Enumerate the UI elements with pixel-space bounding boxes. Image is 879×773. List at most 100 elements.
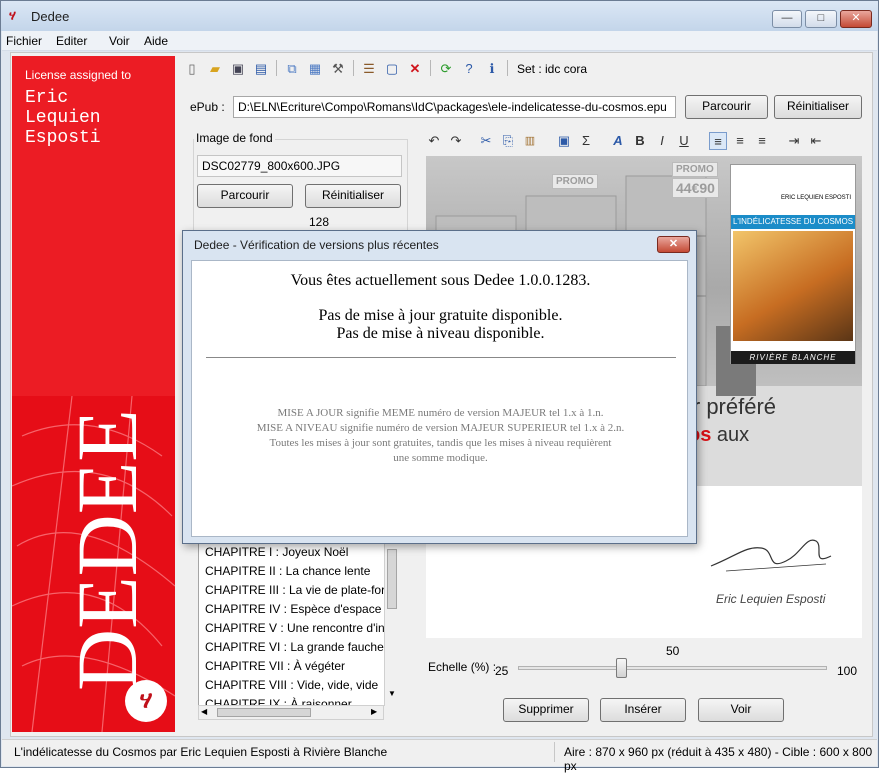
chapter-item[interactable]: CHAPITRE III : La vie de plate-form: [199, 581, 397, 600]
chapter-item[interactable]: CHAPITRE VI : La grande faucheus: [199, 638, 397, 657]
toolbar-separator: [353, 60, 354, 76]
epub-browse-button[interactable]: Parcourir: [685, 95, 768, 119]
background-opacity-value: 128: [309, 215, 330, 229]
open-icon[interactable]: ▰: [206, 60, 224, 78]
epub-label: ePub :: [190, 100, 225, 114]
format-toolbar: ↶ ↷ ✂ ⎘ ▥ ▣ Σ A B I U ≡ ≡ ≡ ⇥ ⇤: [425, 132, 865, 152]
info-icon[interactable]: ℹ: [483, 60, 501, 78]
scale-slider-thumb[interactable]: [615, 658, 627, 678]
background-image-title: Image de fond: [194, 131, 275, 145]
title-bar: ሃ Dedee — □ ✕: [1, 1, 878, 31]
chapter-item[interactable]: CHAPITRE VII : À végéter: [199, 657, 397, 676]
epub-path-field[interactable]: D:\ELN\Ecriture\Compo\Romans\IdC\package…: [233, 96, 676, 118]
scale-value: 50: [666, 644, 680, 658]
dialog-note-line: une somme modique.: [393, 452, 488, 464]
menu-voir[interactable]: Voir: [109, 34, 130, 48]
scroll-down-icon[interactable]: ▼: [388, 689, 396, 698]
refresh-icon[interactable]: ⟳: [437, 60, 455, 78]
license-label: License assigned to: [25, 68, 132, 82]
chapter-list-vertical-scrollbar[interactable]: ▼: [384, 541, 399, 706]
scroll-thumb[interactable]: [387, 549, 397, 609]
status-divider: [554, 742, 555, 762]
help-icon[interactable]: ?: [460, 60, 478, 78]
background-reset-button[interactable]: Réinitialiser: [305, 184, 401, 208]
dialog-title: Dedee - Vérification de versions plus ré…: [194, 238, 439, 252]
font-icon[interactable]: A: [609, 132, 627, 150]
export-icon[interactable]: ▦: [306, 60, 324, 78]
chapter-list[interactable]: CHAPITRE I : Joyeux Noël CHAPITRE II : L…: [198, 541, 398, 706]
save-all-icon[interactable]: ▤: [252, 60, 270, 78]
menu-bar: Fichier Editer Voir Aide: [2, 31, 877, 51]
toolbar-separator: [430, 60, 431, 76]
align-left-icon[interactable]: ≡: [709, 132, 727, 150]
menu-fichier[interactable]: Fichier: [6, 34, 42, 48]
status-bar: L'indélicatesse du Cosmos par Eric Lequi…: [2, 739, 877, 773]
dedee-brand-text: DEDEE: [59, 409, 155, 691]
signature-name: Eric Lequien Esposti: [716, 592, 826, 606]
align-center-icon[interactable]: ≡: [731, 132, 749, 150]
chapter-list-horizontal-scrollbar[interactable]: ◀ ▶: [198, 705, 384, 720]
dialog-divider: [206, 357, 676, 358]
scale-min: 25: [495, 664, 509, 678]
chapter-item[interactable]: CHAPITRE I : Joyeux Noël: [199, 543, 397, 562]
italic-icon[interactable]: I: [653, 132, 671, 150]
view-button[interactable]: Voir: [698, 698, 784, 722]
license-name-line: Lequien: [25, 108, 101, 128]
delete-icon[interactable]: ✕: [406, 60, 424, 78]
paste-icon[interactable]: ▥: [521, 132, 539, 150]
cover-artwork: [733, 231, 853, 341]
scroll-right-icon[interactable]: ▶: [371, 707, 377, 716]
license-name-line: Esposti: [25, 128, 101, 148]
preview-text-line: os aux: [688, 424, 749, 447]
chapter-item[interactable]: CHAPITRE IV : Espèce d'espace: [199, 600, 397, 619]
tools-icon[interactable]: ⚒: [329, 60, 347, 78]
menu-editer[interactable]: Editer: [56, 34, 87, 48]
promo-sign: PROMO: [672, 162, 718, 177]
scale-slider-track[interactable]: [518, 666, 827, 670]
chapter-item[interactable]: CHAPITRE II : La chance lente: [199, 562, 397, 581]
dialog-note-line: MISE A NIVEAU signifie numéro de version…: [256, 422, 625, 434]
copy-icon[interactable]: ⧉: [283, 60, 301, 78]
align-right-icon[interactable]: ≡: [753, 132, 771, 150]
background-browse-button[interactable]: Parcourir: [197, 184, 293, 208]
dialog-close-button[interactable]: ✕: [657, 236, 690, 253]
dialog-note-line: MISE A JOUR signifie MEME numéro de vers…: [277, 407, 604, 419]
toolbar-separator: [507, 60, 508, 76]
outdent-icon[interactable]: ⇤: [807, 132, 825, 150]
list-icon[interactable]: ☰: [360, 60, 378, 78]
copy-icon[interactable]: ⎘: [499, 132, 517, 150]
delete-button[interactable]: Supprimer: [503, 698, 589, 722]
undo-icon[interactable]: ↶: [425, 132, 443, 150]
preview-text-line: ir préféré: [688, 394, 777, 419]
save-icon[interactable]: ▣: [229, 60, 247, 78]
maximize-button[interactable]: □: [805, 10, 837, 28]
redo-icon[interactable]: ↷: [447, 132, 465, 150]
cut-icon[interactable]: ✂: [477, 132, 495, 150]
dedee-logo-icon: ሃ: [9, 8, 16, 23]
dialog-no-upgrade-text: Pas de mise à niveau disponible.: [336, 325, 545, 342]
cover-footer: RIVIÈRE BLANCHE: [731, 351, 855, 364]
scroll-thumb[interactable]: [217, 708, 311, 717]
menu-aide[interactable]: Aide: [144, 34, 168, 48]
window-icon[interactable]: ▢: [383, 60, 401, 78]
insert-button[interactable]: Insérer: [600, 698, 686, 722]
sigma-icon[interactable]: Σ: [577, 132, 595, 150]
minimize-button[interactable]: —: [772, 10, 802, 28]
cover-publisher: ERIC LEQUIEN ESPOSTI: [731, 165, 855, 213]
promo-sign: PROMO: [552, 174, 598, 189]
set-label: Set : idc cora: [517, 62, 588, 76]
window-title: Dedee: [31, 9, 70, 24]
chapter-item[interactable]: CHAPITRE VIII : Vide, vide, vide: [199, 676, 397, 695]
background-image-field[interactable]: DSC02779_800x600.JPG: [197, 155, 402, 177]
new-icon[interactable]: ▯: [183, 60, 201, 78]
bold-icon[interactable]: B: [631, 132, 649, 150]
dialog-note-line: Toutes les mises à jour sont gratuites, …: [269, 437, 612, 449]
underline-icon[interactable]: U: [675, 132, 693, 150]
insert-image-icon[interactable]: ▣: [555, 132, 573, 150]
epub-reset-button[interactable]: Réinitialiser: [774, 95, 862, 119]
scroll-left-icon[interactable]: ◀: [201, 707, 207, 716]
dialog-no-update-text: Pas de mise à jour gratuite disponible.: [318, 307, 563, 324]
close-button[interactable]: ✕: [840, 10, 872, 28]
chapter-item[interactable]: CHAPITRE V : Une rencontre d'inte: [199, 619, 397, 638]
indent-icon[interactable]: ⇥: [785, 132, 803, 150]
